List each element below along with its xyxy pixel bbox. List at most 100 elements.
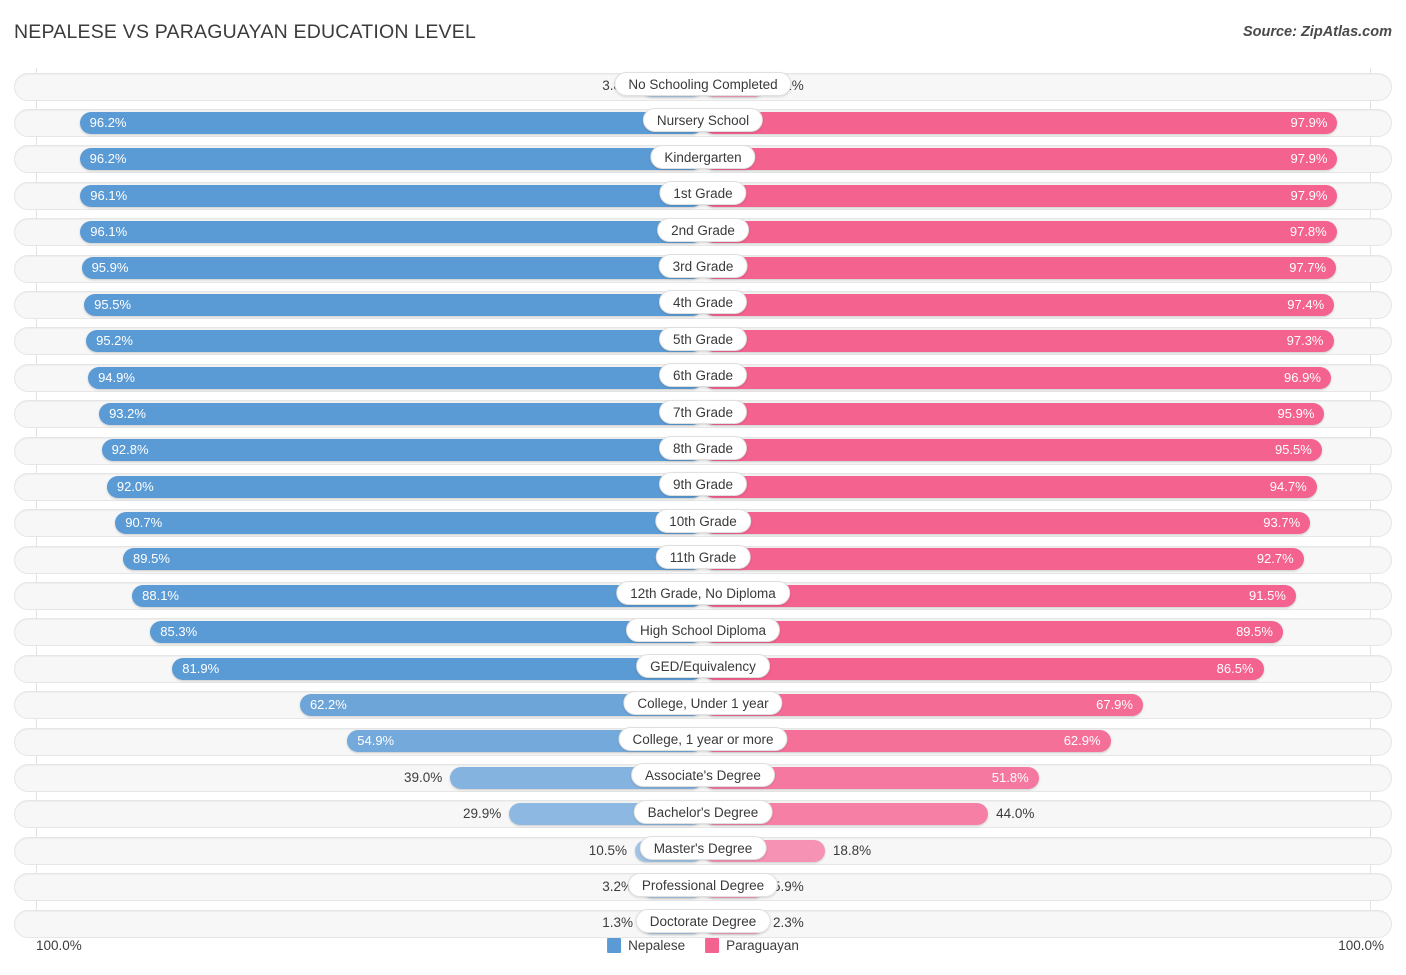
- bar-value-label: 92.0%: [117, 476, 154, 498]
- category-label[interactable]: College, Under 1 year: [623, 691, 782, 715]
- bar-value-label: 5.9%: [773, 876, 804, 898]
- category-label[interactable]: 8th Grade: [659, 436, 747, 460]
- category-label[interactable]: 6th Grade: [659, 363, 747, 387]
- bar-value-label: 97.9%: [1291, 112, 1328, 134]
- bar-paraguayan: 95.5%: [703, 439, 1322, 461]
- chart-row: 92.0% 94.7% 9th Grade: [14, 468, 1392, 504]
- bar-value-label: 90.7%: [125, 512, 162, 534]
- bar-value-label: 92.7%: [1257, 548, 1294, 570]
- bar-value-label: 62.9%: [1064, 730, 1101, 752]
- category-label[interactable]: High School Diploma: [626, 618, 780, 642]
- bar-paraguayan: 94.7%: [703, 476, 1317, 498]
- chart-row: 95.5% 97.4% 4th Grade: [14, 286, 1392, 322]
- bar-value-label: 62.2%: [310, 694, 347, 716]
- category-label[interactable]: College, 1 year or more: [618, 727, 787, 751]
- bar-nepalese: 92.0%: [107, 476, 703, 498]
- category-label[interactable]: 9th Grade: [659, 472, 747, 496]
- category-label[interactable]: 12th Grade, No Diploma: [616, 581, 790, 605]
- category-label[interactable]: 7th Grade: [659, 400, 747, 424]
- bar-nepalese: 95.9%: [82, 257, 703, 279]
- chart-row: 89.5%92.7%11th Grade: [14, 541, 1392, 577]
- category-label[interactable]: 4th Grade: [659, 290, 747, 314]
- chart-row: 54.9%62.9%College, 1 year or more: [14, 723, 1392, 759]
- category-label[interactable]: Kindergarten: [650, 145, 755, 169]
- bar-value-label: 39.0%: [404, 767, 442, 789]
- bar-paraguayan: 95.9%: [703, 403, 1324, 425]
- bar-value-label: 96.1%: [90, 185, 127, 207]
- category-label[interactable]: 3rd Grade: [659, 254, 748, 278]
- bar-nepalese: 92.8%: [102, 439, 703, 461]
- chart-row: 29.9%44.0%Bachelor's Degree: [14, 796, 1392, 832]
- bar-value-label: 97.9%: [1291, 148, 1328, 170]
- legend-item[interactable]: Nepalese: [607, 938, 685, 953]
- bar-nepalese: 96.1%: [80, 221, 703, 243]
- chart-row: 1.3%2.3%Doctorate Degree: [14, 905, 1392, 941]
- bar-value-label: 51.8%: [992, 767, 1029, 789]
- bar-paraguayan: 93.7%: [703, 512, 1310, 534]
- legend-swatch-icon: [705, 938, 719, 953]
- bar-value-label: 10.5%: [589, 840, 627, 862]
- category-label[interactable]: 10th Grade: [655, 509, 751, 533]
- bar-paraguayan: 92.7%: [703, 548, 1304, 570]
- bar-paraguayan: 97.8%: [703, 221, 1337, 243]
- bar-value-label: 89.5%: [1236, 621, 1273, 643]
- bar-value-label: 96.2%: [90, 148, 127, 170]
- chart-row: 95.9% 97.7% 3rd Grade: [14, 250, 1392, 286]
- category-label[interactable]: No Schooling Completed: [614, 72, 791, 96]
- category-label[interactable]: Professional Degree: [628, 873, 778, 897]
- axis-label-right: 100.0%: [1338, 938, 1384, 953]
- bar-paraguayan: 97.9%: [703, 112, 1337, 134]
- bar-value-label: 44.0%: [996, 803, 1034, 825]
- bar-value-label: 94.7%: [1270, 476, 1307, 498]
- category-label[interactable]: Bachelor's Degree: [634, 800, 773, 824]
- bar-value-label: 93.2%: [109, 403, 146, 425]
- legend-swatch-icon: [607, 938, 621, 953]
- chart-row: 88.1% 91.5% 12th Grade, No Diploma: [14, 577, 1392, 613]
- bar-value-label: 81.9%: [182, 658, 219, 680]
- bar-value-label: 95.5%: [94, 294, 131, 316]
- category-label[interactable]: Nursery School: [643, 108, 763, 132]
- chart-row: 10.5% 18.8% Master's Degree: [14, 832, 1392, 868]
- chart-row: 3.2%5.9%Professional Degree: [14, 869, 1392, 905]
- chart-footer: 100.0% NepaleseParaguayan 100.0%: [14, 938, 1392, 962]
- category-label[interactable]: Doctorate Degree: [636, 909, 771, 933]
- bar-paraguayan: 89.5%: [703, 621, 1283, 643]
- legend-item[interactable]: Paraguayan: [705, 938, 799, 953]
- chart-row: 39.0% 51.8% Associate's Degree: [14, 759, 1392, 795]
- chart-row: 96.1% 97.8%2nd Grade: [14, 214, 1392, 250]
- bar-paraguayan: 97.9%: [703, 148, 1337, 170]
- chart-row: 96.2% 97.9% Nursery School: [14, 104, 1392, 140]
- category-label[interactable]: Master's Degree: [640, 836, 767, 860]
- bar-value-label: 94.9%: [98, 367, 135, 389]
- category-label[interactable]: 1st Grade: [659, 181, 746, 205]
- category-label[interactable]: Associate's Degree: [631, 763, 775, 787]
- category-label[interactable]: 5th Grade: [659, 327, 747, 351]
- category-label[interactable]: 2nd Grade: [657, 218, 749, 242]
- bar-value-label: 18.8%: [833, 840, 871, 862]
- bar-value-label: 97.4%: [1287, 294, 1324, 316]
- bar-value-label: 97.7%: [1289, 257, 1326, 279]
- bar-value-label: 2.3%: [773, 912, 804, 934]
- bar-value-label: 96.9%: [1284, 367, 1321, 389]
- bar-nepalese: 96.2%: [80, 112, 703, 134]
- bar-nepalese: 96.2%: [80, 148, 703, 170]
- bar-nepalese: 94.9%: [88, 367, 703, 389]
- legend: Nepalese Paraguayan: [607, 938, 799, 953]
- bar-value-label: 91.5%: [1249, 585, 1286, 607]
- legend-label: Paraguayan: [726, 938, 799, 953]
- bar-value-label: 93.7%: [1263, 512, 1300, 534]
- bar-value-label: 97.9%: [1291, 185, 1328, 207]
- chart-row: 96.2% 97.9% Kindergarten: [14, 141, 1392, 177]
- bar-value-label: 95.2%: [96, 330, 133, 352]
- bar-value-label: 95.9%: [1278, 403, 1315, 425]
- bar-value-label: 85.3%: [160, 621, 197, 643]
- category-label[interactable]: 11th Grade: [656, 545, 751, 569]
- chart-rows: 3.8%2.2%No Schooling Completed96.2%97.9%…: [14, 68, 1392, 941]
- bar-value-label: 96.1%: [90, 221, 127, 243]
- chart-row: 92.8%95.5%8th Grade: [14, 432, 1392, 468]
- chart-row: 90.7% 93.7% 10th Grade: [14, 505, 1392, 541]
- bar-value-label: 88.1%: [142, 585, 179, 607]
- bar-value-label: 97.3%: [1287, 330, 1324, 352]
- bar-value-label: 67.9%: [1096, 694, 1133, 716]
- category-label[interactable]: GED/Equivalency: [636, 654, 770, 678]
